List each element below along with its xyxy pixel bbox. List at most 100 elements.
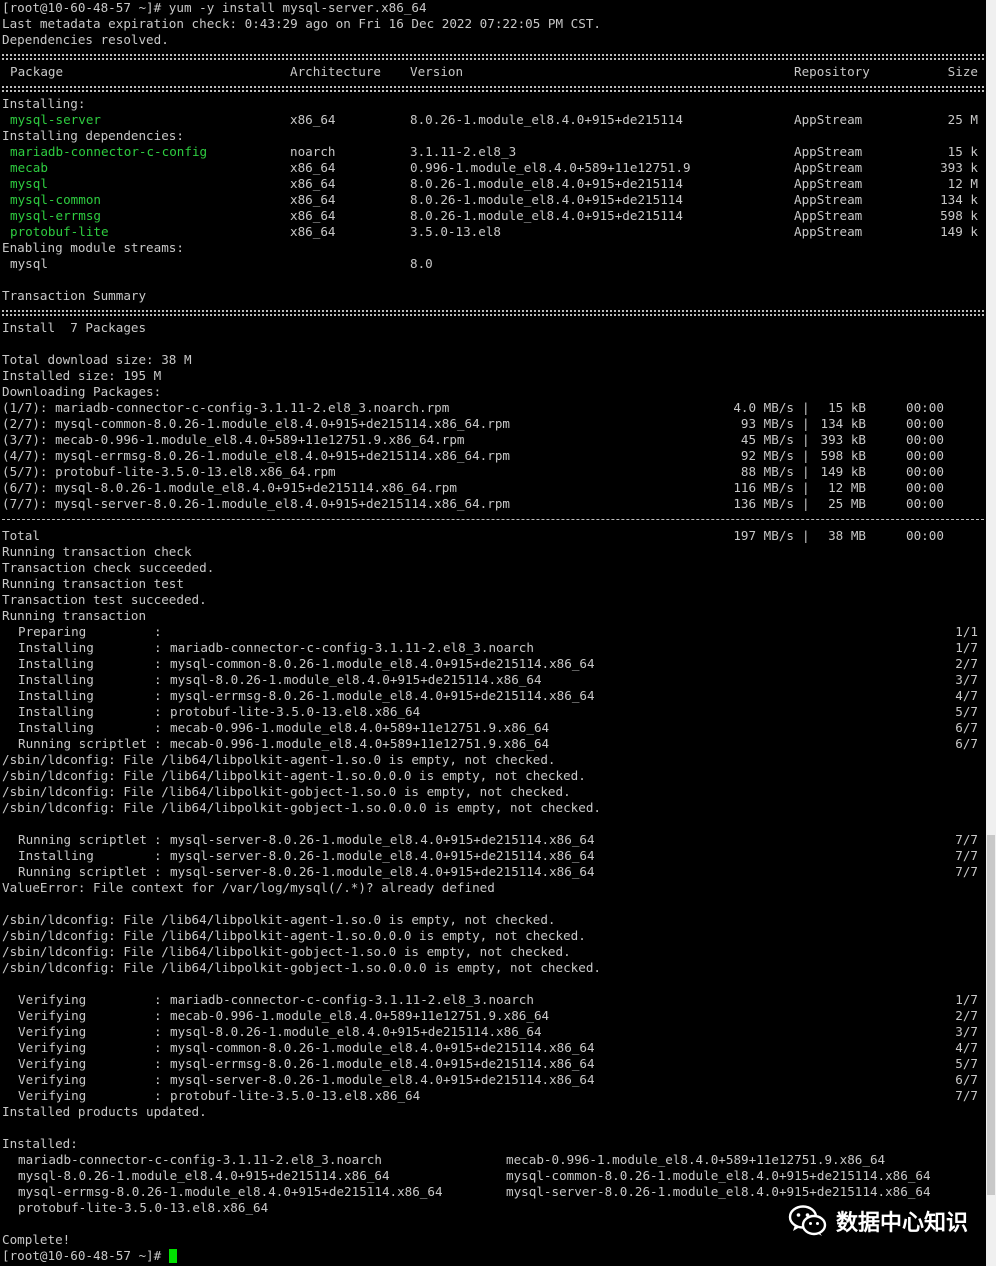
step-colon: : bbox=[154, 656, 162, 671]
package-name: mysql bbox=[10, 176, 48, 191]
download-divider: | bbox=[802, 448, 810, 463]
step-action: Verifying bbox=[18, 1072, 87, 1087]
download-time: 00:00 bbox=[906, 448, 944, 463]
install-step-row: Installing: mariadb-connector-c-config-3.… bbox=[0, 640, 986, 656]
download-time: 00:00 bbox=[906, 416, 944, 431]
verify-step-row: Verifying: mecab-0.996-1.module_el8.4.0+5… bbox=[0, 1008, 986, 1024]
col-version-header: Version bbox=[410, 64, 464, 79]
ldconfig-warning: /sbin/ldconfig: File /lib64/libpolkit-go… bbox=[0, 960, 986, 976]
step-count: 6/7 bbox=[955, 720, 978, 735]
step-action: Preparing bbox=[18, 624, 87, 639]
step-count: 2/7 bbox=[955, 656, 978, 671]
download-divider: | bbox=[802, 464, 810, 479]
step-colon: : bbox=[154, 1024, 162, 1039]
output-text: Installing: bbox=[2, 96, 86, 111]
step-count: 4/7 bbox=[955, 1040, 978, 1055]
install-step-row: Running scriptlet: mysql-server-8.0.26-1.… bbox=[0, 864, 986, 880]
install-step-row: Installing: mysql-errmsg-8.0.26-1.module_… bbox=[0, 688, 986, 704]
value-error-line: ValueError: File context for /var/log/my… bbox=[0, 880, 986, 896]
step-count: 7/7 bbox=[955, 832, 978, 847]
step-colon: : bbox=[154, 640, 162, 655]
ldconfig-warning: /sbin/ldconfig: File /lib64/libpolkit-ag… bbox=[0, 928, 986, 944]
shell-prompt: [root@10-60-48-57 ~]# bbox=[2, 1248, 177, 1264]
col-package-header: Package bbox=[10, 64, 64, 79]
step-count: 7/7 bbox=[955, 1088, 978, 1103]
download-time: 00:00 bbox=[906, 464, 944, 479]
prompt-line: [root@10-60-48-57 ~]# bbox=[0, 1248, 986, 1264]
output-text: Downloading Packages: bbox=[2, 384, 162, 399]
terminal-scrollbar[interactable] bbox=[986, 0, 996, 1266]
step-target: protobuf-lite-3.5.0-13.el8.x86_64 bbox=[170, 1088, 421, 1103]
download-size: 25 MB bbox=[820, 496, 866, 511]
terminal-output[interactable]: [root@10-60-48-57 ~]# yum -y install mys… bbox=[0, 0, 986, 1266]
download-size: 134 kB bbox=[820, 416, 867, 431]
package-version: 0.996-1.module_el8.4.0+589+11e12751.9 bbox=[410, 160, 691, 175]
step-colon: : bbox=[154, 688, 162, 703]
metadata-line: Last metadata expiration check: 0:43:29 … bbox=[0, 16, 986, 32]
package-size: 15 k bbox=[947, 144, 978, 159]
package-arch: x86_64 bbox=[290, 224, 336, 239]
stream-name: mysql bbox=[10, 256, 48, 271]
scrollbar-thumb[interactable] bbox=[987, 835, 995, 1195]
install-step-row: Installing: mysql-8.0.26-1.module_el8.4.0… bbox=[0, 672, 986, 688]
package-version: 3.1.11-2.el8_3 bbox=[410, 144, 517, 159]
output-text: /sbin/ldconfig: File /lib64/libpolkit-ag… bbox=[2, 912, 556, 927]
install-step-row: Installing: mecab-0.996-1.module_el8.4.0+… bbox=[0, 720, 986, 736]
products-updated-line: Installed products updated. bbox=[0, 1104, 986, 1120]
installed-row: mysql-8.0.26-1.module_el8.4.0+915+de2151… bbox=[0, 1168, 986, 1184]
install-step-row: Running scriptlet: mecab-0.996-1.module_e… bbox=[0, 736, 986, 752]
step-colon: : bbox=[154, 848, 162, 863]
verify-step-row: Verifying: mysql-server-8.0.26-1.module_e… bbox=[0, 1072, 986, 1088]
step-target: mecab-0.996-1.module_el8.4.0+589+11e1275… bbox=[170, 1008, 550, 1023]
download-size: 12 MB bbox=[820, 480, 866, 495]
dependency-row: mariadb-connector-c-config noarch 3.1.11-2… bbox=[0, 144, 986, 160]
output-text: Installed: bbox=[2, 1136, 78, 1151]
download-size: 598 kB bbox=[820, 448, 867, 463]
step-colon: : bbox=[154, 736, 162, 751]
step-colon: : bbox=[154, 864, 162, 879]
step-count: 1/7 bbox=[955, 992, 978, 1007]
download-file: Total bbox=[2, 528, 40, 543]
installed-package: mariadb-connector-c-config-3.1.11-2.el8_… bbox=[18, 1152, 382, 1167]
step-count: 7/7 bbox=[955, 848, 978, 863]
package-arch: x86_64 bbox=[290, 192, 336, 207]
output-text: Transaction Summary bbox=[2, 288, 147, 303]
package-arch: noarch bbox=[290, 144, 336, 159]
output-text: [root@10-60-48-57 ~]# yum -y install mys… bbox=[2, 0, 427, 15]
output-text: /sbin/ldconfig: File /lib64/libpolkit-ag… bbox=[2, 768, 586, 783]
step-target: mysql-8.0.26-1.module_el8.4.0+915+de2151… bbox=[170, 672, 542, 687]
command-line: [root@10-60-48-57 ~]# yum -y install mys… bbox=[0, 0, 986, 16]
ldconfig-warning: /sbin/ldconfig: File /lib64/libpolkit-ag… bbox=[0, 912, 986, 928]
download-row: (3/7): mecab-0.996-1.module_el8.4.0+589+… bbox=[0, 432, 986, 448]
wechat-icon bbox=[788, 1205, 827, 1236]
terminal-cursor[interactable] bbox=[168, 1249, 177, 1263]
output-text: /sbin/ldconfig: File /lib64/libpolkit-go… bbox=[2, 784, 571, 799]
install-step-row: Installing: mysql-server-8.0.26-1.module_… bbox=[0, 848, 986, 864]
step-count: 2/7 bbox=[955, 1008, 978, 1023]
download-file: (1/7): mariadb-connector-c-config-3.1.11… bbox=[2, 400, 450, 415]
output-text: Transaction test succeeded. bbox=[2, 592, 207, 607]
download-row: (5/7): protobuf-lite-3.5.0-13.el8.x86_64… bbox=[0, 464, 986, 480]
package-version: 3.5.0-13.el8 bbox=[410, 224, 501, 239]
verify-step-row: Verifying: mysql-common-8.0.26-1.module_e… bbox=[0, 1040, 986, 1056]
download-row: (2/7): mysql-common-8.0.26-1.module_el8.… bbox=[0, 416, 986, 432]
output-text: Running transaction test bbox=[2, 576, 184, 591]
ldconfig-warning: /sbin/ldconfig: File /lib64/libpolkit-go… bbox=[0, 944, 986, 960]
step-colon: : bbox=[154, 1040, 162, 1055]
package-version: 8.0.26-1.module_el8.4.0+915+de215114 bbox=[410, 176, 683, 191]
step-action: Running scriptlet bbox=[18, 864, 147, 879]
transaction-line: Running transaction test bbox=[0, 576, 986, 592]
install-count-line: Install 7 Packages bbox=[0, 320, 986, 336]
package-version: 8.0.26-1.module_el8.4.0+915+de215114 bbox=[410, 192, 683, 207]
download-row: (1/7): mariadb-connector-c-config-3.1.11… bbox=[0, 400, 986, 416]
package-size: 393 k bbox=[940, 160, 978, 175]
package-arch: x86_64 bbox=[290, 160, 336, 175]
ldconfig-warning: /sbin/ldconfig: File /lib64/libpolkit-go… bbox=[0, 800, 986, 816]
step-colon: : bbox=[154, 1056, 162, 1071]
download-time: 00:00 bbox=[906, 496, 944, 511]
package-arch: x86_64 bbox=[290, 208, 336, 223]
download-divider: | bbox=[802, 496, 810, 511]
